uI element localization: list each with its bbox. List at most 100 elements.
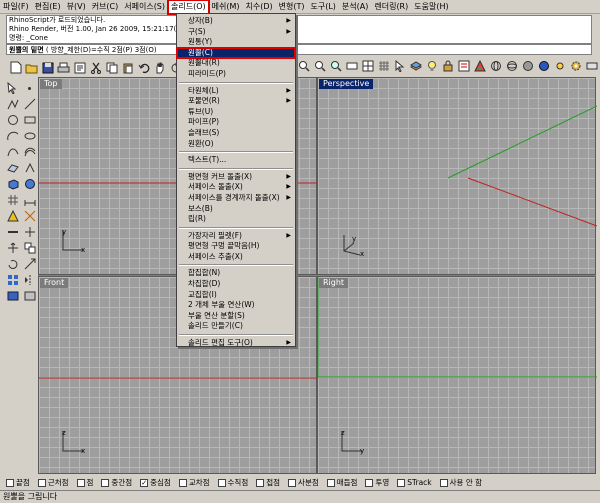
- rendered-sphere-icon[interactable]: [520, 58, 535, 73]
- scale-icon[interactable]: [21, 256, 38, 272]
- save-icon[interactable]: [40, 60, 55, 75]
- osnap-toggle[interactable]: 매듭점: [326, 477, 357, 488]
- layer-icon[interactable]: [408, 58, 423, 73]
- solid-menu-item[interactable]: 튜브(U): [177, 107, 295, 118]
- lightbulb-icon[interactable]: [424, 58, 439, 73]
- cut-icon[interactable]: [88, 60, 103, 75]
- checkbox[interactable]: [37, 478, 46, 487]
- checkbox[interactable]: [101, 478, 110, 487]
- solid-menu-item[interactable]: 부울 연산 분할(S): [177, 311, 295, 322]
- sphere-solid-icon[interactable]: [21, 176, 38, 192]
- solid-menu-item[interactable]: 슬래브(S): [177, 128, 295, 139]
- analyze-icon[interactable]: [4, 288, 21, 304]
- solid-menu-item[interactable]: 평면형 커브 돌출(X) ▶: [177, 172, 295, 183]
- zoom-icon[interactable]: [296, 58, 311, 73]
- osnap-toggle[interactable]: 수직점: [217, 477, 248, 488]
- checkbox[interactable]: [6, 478, 14, 487]
- solid-menu-item[interactable]: 합집합(N): [177, 268, 295, 279]
- solid-menu-item[interactable]: 차집합(D): [177, 279, 295, 290]
- zoom-extents-icon[interactable]: [312, 58, 327, 73]
- ellipse-icon[interactable]: [21, 128, 38, 144]
- command-prompt[interactable]: 원뿔의 밑면 ( 방향_제한(D)=수직 2점(P) 3점(O): [6, 44, 592, 55]
- arc-icon[interactable]: [4, 128, 21, 144]
- move-icon[interactable]: [4, 240, 21, 256]
- solid-menu-item[interactable]: 서페이스를 경계까지 돌출(X) ▶: [177, 193, 295, 204]
- rotate-icon[interactable]: [4, 256, 21, 272]
- menu-5[interactable]: 솔리드(O): [167, 0, 210, 15]
- menu-9[interactable]: 도구(L): [308, 0, 339, 14]
- polyline-icon[interactable]: [4, 96, 21, 112]
- rectangle-icon[interactable]: [21, 112, 38, 128]
- osnap-toggle[interactable]: STrack: [397, 478, 432, 487]
- four-views-icon[interactable]: [360, 58, 375, 73]
- menu-10[interactable]: 분석(A): [339, 0, 371, 14]
- solid-menu-item[interactable]: 가장자리 필렛(F) ▶: [177, 231, 295, 242]
- menu-4[interactable]: 서페이스(S): [121, 0, 168, 14]
- osnap-toggle[interactable]: 사용 안 함: [439, 477, 482, 488]
- menu-8[interactable]: 변형(T): [276, 0, 308, 14]
- dimension-icon[interactable]: [21, 192, 38, 208]
- surface-icon[interactable]: [4, 160, 21, 176]
- mesh-icon[interactable]: [4, 192, 21, 208]
- grid-icon[interactable]: [376, 58, 391, 73]
- copy-icon[interactable]: [104, 60, 119, 75]
- solid-menu-item[interactable]: 솔리드 편집 도구(O) ▶: [177, 338, 295, 349]
- solid-menu-item[interactable]: 원통(Y): [177, 37, 295, 48]
- pan-hand-icon[interactable]: [152, 60, 167, 75]
- checkbox[interactable]: [76, 478, 85, 487]
- trim-icon[interactable]: [21, 208, 38, 224]
- solid-menu-item[interactable]: 립(R): [177, 214, 295, 225]
- render-icon[interactable]: [21, 288, 38, 304]
- solid-menu-item[interactable]: 보스(B): [177, 204, 295, 215]
- array-icon[interactable]: [4, 272, 21, 288]
- solid-menu-item[interactable]: 타원체(L) ▶: [177, 86, 295, 97]
- solid-menu-item[interactable]: 상자(B) ▶: [177, 16, 295, 27]
- circle-icon[interactable]: [4, 112, 21, 128]
- lock-icon[interactable]: [440, 58, 455, 73]
- menu-12[interactable]: 도움말(H): [411, 0, 451, 14]
- select-icon[interactable]: [392, 58, 407, 73]
- prompt-options[interactable]: ( 방향_제한(D)=수직 2점(P) 3점(O): [46, 46, 157, 54]
- osnap-toggle[interactable]: 점: [76, 477, 93, 488]
- solid-menu-item[interactable]: 솔리드 만들기(C): [177, 321, 295, 332]
- open-folder-icon[interactable]: [24, 60, 39, 75]
- solid-menu-item[interactable]: 원뿔대(R): [177, 58, 295, 69]
- print-icon[interactable]: [56, 60, 71, 75]
- object-properties-icon[interactable]: [456, 58, 471, 73]
- line-icon[interactable]: [21, 96, 38, 112]
- menu-7[interactable]: 치수(D): [243, 0, 276, 14]
- checkbox[interactable]: ✓: [140, 478, 149, 487]
- properties-icon[interactable]: [72, 60, 87, 75]
- mirror-icon[interactable]: [21, 272, 38, 288]
- curve-icon[interactable]: [4, 144, 21, 160]
- undo-icon[interactable]: [136, 60, 151, 75]
- solid-menu-item[interactable]: 포물면(R) ▶: [177, 96, 295, 107]
- checkbox[interactable]: [439, 478, 448, 487]
- box-solid-icon[interactable]: [4, 176, 21, 192]
- point-icon[interactable]: [21, 80, 38, 96]
- menu-2[interactable]: 뷰(V): [64, 0, 89, 14]
- offset-icon[interactable]: [21, 144, 38, 160]
- solid-menu-item[interactable]: 2 개체 부울 연산(W): [177, 300, 295, 311]
- render-color-icon[interactable]: [472, 58, 487, 73]
- checkbox[interactable]: [365, 478, 374, 487]
- viewport-right[interactable]: Right z y: [317, 276, 597, 474]
- menu-6[interactable]: 메쉬(M): [209, 0, 243, 14]
- loft-icon[interactable]: [21, 160, 38, 176]
- solid-menu-item[interactable]: 텍스트(T)...: [177, 155, 295, 166]
- options-gear-icon[interactable]: [568, 58, 583, 73]
- checkbox[interactable]: [326, 478, 335, 487]
- checkbox[interactable]: [288, 478, 297, 487]
- osnap-toggle[interactable]: ✓ 중심점: [140, 477, 171, 488]
- view-icon[interactable]: [344, 58, 359, 73]
- solid-menu-item[interactable]: 원환(O): [177, 139, 295, 150]
- menu-0[interactable]: 파일(F): [0, 0, 32, 14]
- solid-menu-item[interactable]: 평면형 구멍 끝막음(H): [177, 241, 295, 252]
- menu-1[interactable]: 편집(E): [32, 0, 64, 14]
- shaded-sphere-icon[interactable]: [504, 58, 519, 73]
- transform-icon[interactable]: [4, 208, 21, 224]
- toolbar-layout-icon[interactable]: [584, 58, 599, 73]
- select-arrow-icon[interactable]: [4, 80, 21, 96]
- solid-menu-item[interactable]: 구(S) ▶: [177, 27, 295, 38]
- solid-menu-item[interactable]: 교집합(I): [177, 290, 295, 301]
